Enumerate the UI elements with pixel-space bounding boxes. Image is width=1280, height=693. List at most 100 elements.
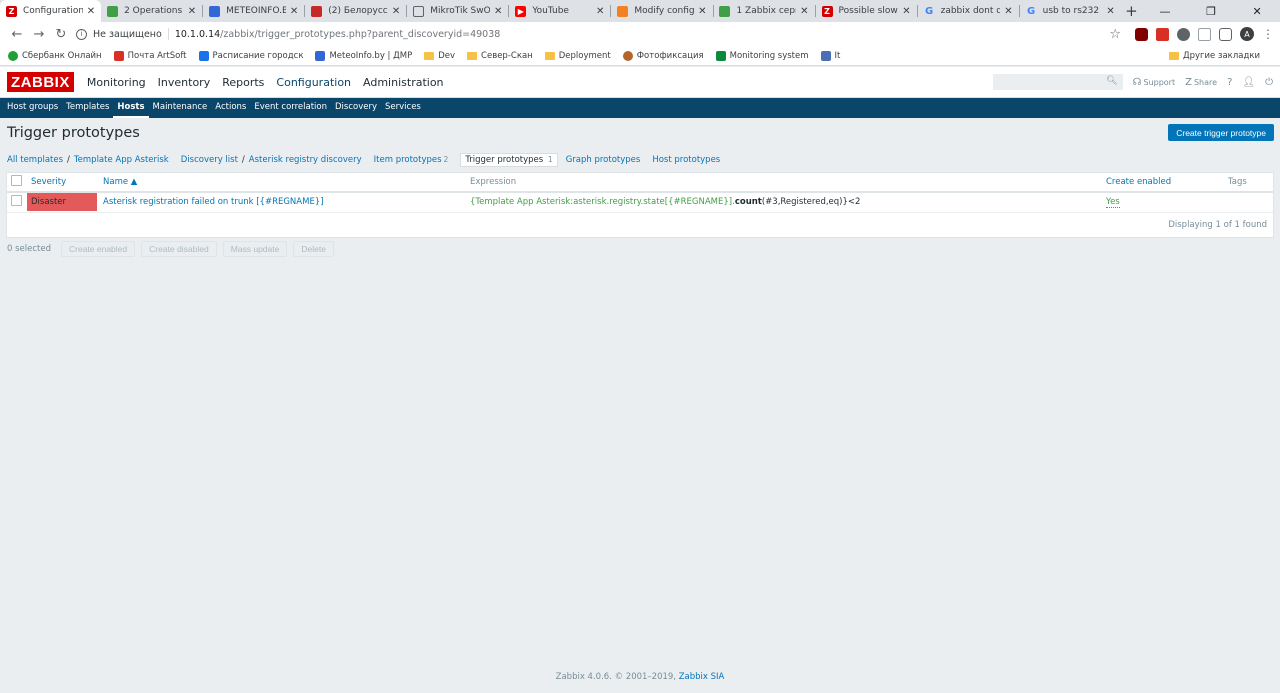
create-disabled-button[interactable]: Create disabled (141, 241, 217, 257)
bookmark-item[interactable]: MeteoInfo.by | ДМР (315, 50, 412, 61)
page-extension-icon[interactable] (1198, 27, 1211, 41)
browser-tab-6[interactable]: Modify config fil ✕ (611, 0, 712, 22)
new-tab-button[interactable]: + (1121, 0, 1142, 22)
menu-reports[interactable]: Reports (216, 76, 270, 89)
zabbix-logo[interactable]: ZABBIX (7, 72, 74, 92)
bookmark-folder[interactable]: Deployment (544, 51, 611, 61)
browser-tab-1[interactable]: 2 Operations [Za ✕ (101, 0, 202, 22)
bookmark-item[interactable]: It (820, 50, 840, 61)
submenu-hosts[interactable]: Hosts (113, 98, 149, 118)
item-prototypes-link[interactable]: Item prototypes (374, 155, 442, 165)
bookmark-item[interactable]: Сбербанк Онлайн (8, 50, 102, 61)
user-profile-icon[interactable]: 👤︎ (1242, 77, 1255, 88)
bookmark-item[interactable]: Почта ArtSoft (113, 50, 187, 61)
create-enabled-button[interactable]: Create enabled (61, 241, 136, 257)
other-bookmarks[interactable]: Другие закладки (1168, 51, 1260, 61)
submenu-actions[interactable]: Actions (211, 98, 250, 118)
gmail-extension-icon[interactable] (1156, 27, 1169, 41)
logout-icon[interactable]: ⏻ (1265, 77, 1273, 88)
browser-tab-8[interactable]: Z Possible slowne ✕ (816, 0, 917, 22)
breadcrumb: All templates / Template App Asterisk Di… (7, 152, 724, 168)
omnibox-divider (167, 28, 169, 40)
column-severity[interactable]: Severity (27, 173, 99, 193)
browser-tab-7[interactable]: 1 Zabbix сервер ✕ (713, 0, 814, 22)
browser-tab-2[interactable]: METEOINFO.BY | ✕ (203, 0, 304, 22)
bookmark-item[interactable]: Monitoring system (715, 50, 809, 61)
close-tab-icon[interactable]: ✕ (494, 6, 502, 17)
row-checkbox[interactable] (11, 195, 22, 207)
bookmark-item[interactable]: Расписание городск (198, 50, 303, 61)
search-input[interactable]: 🔍︎ (992, 74, 1123, 90)
browser-menu-icon[interactable]: ⋮ (1262, 27, 1274, 41)
submenu-maintenance[interactable]: Maintenance (149, 98, 212, 118)
minimize-button[interactable]: — (1142, 0, 1188, 22)
browser-tab-3[interactable]: (2) Белорусский ✕ (305, 0, 406, 22)
menu-administration[interactable]: Administration (357, 76, 450, 89)
expression-host-key[interactable]: {Template App Asterisk:asterisk.registry… (470, 197, 735, 207)
search-icon[interactable]: 🔍︎ (1106, 76, 1117, 86)
info-icon[interactable]: i (76, 28, 87, 40)
profile-avatar[interactable]: A (1240, 27, 1254, 41)
breadcrumb-discovery-rule[interactable]: Asterisk registry discovery (249, 155, 362, 165)
back-arrow-icon[interactable]: ← (6, 23, 28, 45)
footer-vendor-link[interactable]: Zabbix SIA (679, 672, 725, 682)
browser-tab-9[interactable]: G zabbix dont dis ✕ (918, 0, 1019, 22)
submenu-host-groups[interactable]: Host groups (3, 98, 62, 118)
camera-extension-icon[interactable] (1219, 27, 1232, 41)
support-link[interactable]: ☊ Support (1133, 77, 1176, 88)
breadcrumb-discovery-list[interactable]: Discovery list (181, 155, 238, 165)
close-tab-icon[interactable]: ✕ (800, 6, 808, 17)
menu-monitoring[interactable]: Monitoring (81, 76, 152, 89)
close-tab-icon[interactable]: ✕ (392, 6, 400, 17)
bookmark-folder[interactable]: Dev (424, 51, 455, 61)
address-bar[interactable]: i Не защищено 10.1.0.14 /zabbix/trigger_… (76, 24, 1106, 44)
bookmark-label: Dev (438, 50, 456, 61)
forward-arrow-icon[interactable]: → (28, 23, 50, 45)
help-icon[interactable]: ? (1227, 77, 1232, 88)
mass-update-button[interactable]: Mass update (222, 241, 288, 257)
bookmark-item[interactable]: Фотофиксация (622, 50, 704, 61)
close-tab-icon[interactable]: ✕ (188, 6, 196, 17)
submenu-discovery[interactable]: Discovery (331, 98, 381, 118)
select-all-checkbox[interactable] (11, 175, 22, 186)
tab-host-prototypes[interactable]: Host prototypes (652, 155, 720, 165)
reload-icon[interactable]: ↻ (50, 23, 72, 45)
trigger-name-link[interactable]: Asterisk registration failed on trunk [{… (103, 197, 324, 207)
restore-button[interactable]: ❐ (1188, 0, 1234, 22)
breadcrumb-all-templates[interactable]: All templates (7, 155, 63, 165)
breadcrumb-template[interactable]: Template App Asterisk (74, 155, 169, 165)
browser-tab-0[interactable]: Z Configuration of ✕ (0, 0, 102, 22)
menu-inventory[interactable]: Inventory (152, 76, 217, 89)
tab-trigger-prototypes[interactable]: Trigger prototypes 1 (460, 153, 558, 167)
share-link[interactable]: Z Share (1185, 77, 1217, 88)
sberbank-icon (8, 50, 18, 61)
create-enabled-toggle[interactable]: Yes (1106, 197, 1120, 209)
browser-tab-5[interactable]: ▶ YouTube ✕ (509, 0, 610, 22)
close-tab-icon[interactable]: ✕ (290, 6, 298, 17)
submenu-event-correlation[interactable]: Event correlation (250, 98, 331, 118)
circle-extension-icon[interactable] (1177, 27, 1190, 41)
ublock-extension-icon[interactable] (1135, 27, 1148, 41)
submenu-templates[interactable]: Templates (62, 98, 113, 118)
mass-actions-bar: 0 selected Create enabled Create disable… (7, 241, 334, 257)
tab-graph-prototypes[interactable]: Graph prototypes (566, 155, 641, 165)
expression-cell: {Template App Asterisk:asterisk.registry… (466, 192, 1102, 213)
browser-tab-10[interactable]: G usb to rs232 mo ✕ (1020, 0, 1121, 22)
close-tab-icon[interactable]: ✕ (902, 6, 910, 17)
close-window-button[interactable]: ✕ (1234, 0, 1280, 22)
column-create-enabled[interactable]: Create enabled (1102, 173, 1224, 193)
browser-tab-4[interactable]: MikroTik SwOS ✕ (407, 0, 508, 22)
close-tab-icon[interactable]: ✕ (87, 6, 95, 17)
bookmark-folder[interactable]: Север-Скан (467, 51, 533, 61)
close-tab-icon[interactable]: ✕ (1106, 6, 1114, 17)
create-trigger-prototype-button[interactable]: Create trigger prototype (1168, 124, 1274, 141)
menu-configuration[interactable]: Configuration (270, 76, 357, 89)
column-name[interactable]: Name ▲ (99, 173, 466, 193)
close-tab-icon[interactable]: ✕ (698, 6, 706, 17)
close-tab-icon[interactable]: ✕ (596, 6, 604, 17)
tab-item-prototypes[interactable]: Item prototypes 2 (374, 155, 449, 165)
close-tab-icon[interactable]: ✕ (1004, 6, 1012, 17)
submenu-services[interactable]: Services (381, 98, 425, 118)
delete-button[interactable]: Delete (293, 241, 334, 257)
bookmark-star-icon[interactable]: ☆ (1109, 27, 1121, 42)
